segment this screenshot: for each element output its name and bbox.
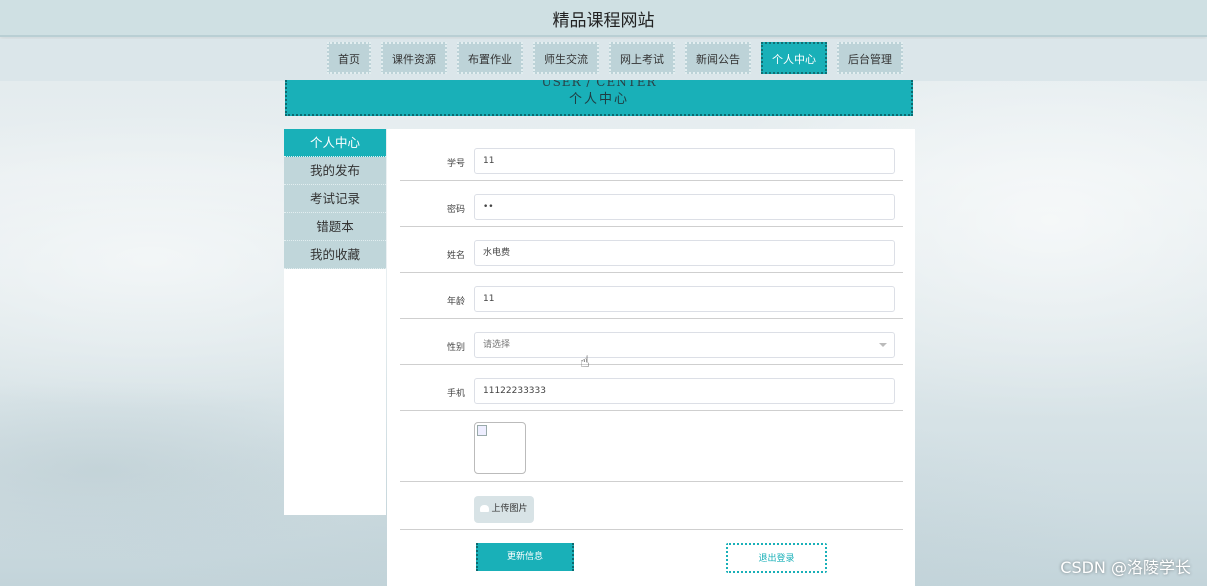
logout-button[interactable]: 退出登录: [726, 543, 827, 573]
gender-select-placeholder: 请选择: [483, 340, 511, 350]
nav-news[interactable]: 新闻公告: [685, 42, 751, 74]
main-nav: 首页 课件资源 布置作业 师生交流 网上考试 新闻公告 个人中心 后台管理: [327, 42, 903, 74]
sidebar: 个人中心 我的发布 考试记录 错题本 我的收藏: [284, 129, 386, 515]
section-banner: USER / CENTER 个人中心: [285, 80, 913, 116]
gender-label: 性别: [446, 343, 465, 353]
sidebar-item-wrong-questions[interactable]: 错题本: [284, 213, 386, 241]
broken-image-icon: [477, 425, 487, 436]
password-label: 密码: [446, 205, 465, 215]
banner-title: 个人中心: [568, 92, 629, 107]
chevron-down-icon: [879, 343, 887, 347]
student-id-label: 学号: [446, 159, 465, 169]
form-row-age: 年龄 11: [400, 286, 903, 319]
name-field[interactable]: 水电费: [474, 240, 895, 266]
site-header: 精品课程网站: [0, 0, 1207, 37]
sidebar-item-exam-records[interactable]: 考试记录: [284, 185, 386, 213]
sidebar-item-user-center[interactable]: 个人中心: [284, 129, 386, 157]
profile-form-panel: 学号 11 密码 •• 姓名 水电费 年龄 11 性别 请选择 手机 11122…: [387, 129, 915, 586]
form-row-student-id: 学号 11: [400, 148, 903, 181]
phone-field[interactable]: 11122233333: [474, 378, 895, 404]
hand-pointer-icon: ☝: [580, 352, 590, 371]
form-row-password: 密码 ••: [400, 194, 903, 227]
nav-user-center[interactable]: 个人中心: [761, 42, 827, 74]
age-field[interactable]: 11: [474, 286, 895, 312]
name-label: 姓名: [446, 251, 465, 261]
nav-homework[interactable]: 布置作业: [457, 42, 523, 74]
upload-cloud-icon: [480, 505, 490, 512]
gender-select[interactable]: 请选择: [474, 332, 895, 358]
nav-discussion[interactable]: 师生交流: [533, 42, 599, 74]
site-title: 精品课程网站: [552, 11, 655, 31]
sidebar-item-my-posts[interactable]: 我的发布: [284, 157, 386, 185]
age-label: 年龄: [446, 297, 465, 307]
nav-admin[interactable]: 后台管理: [837, 42, 903, 74]
student-id-field[interactable]: 11: [474, 148, 895, 174]
nav-courseware[interactable]: 课件资源: [381, 42, 447, 74]
watermark: CSDN @洛陵学长: [1060, 558, 1191, 577]
password-field[interactable]: ••: [474, 194, 895, 220]
nav-exam[interactable]: 网上考试: [609, 42, 675, 74]
form-row-name: 姓名 水电费: [400, 240, 903, 273]
form-row-phone: 手机 11122233333: [400, 378, 903, 411]
nav-home[interactable]: 首页: [327, 42, 371, 74]
upload-image-button[interactable]: 上传图片: [474, 496, 534, 523]
update-info-button[interactable]: 更新信息: [476, 543, 574, 571]
phone-label: 手机: [446, 389, 465, 399]
banner-subtitle: USER / CENTER: [541, 80, 657, 89]
sidebar-item-favorites[interactable]: 我的收藏: [284, 241, 386, 269]
avatar-preview: [474, 422, 526, 474]
form-row-gender: 性别 请选择: [400, 332, 903, 365]
upload-image-label: 上传图片: [491, 504, 528, 514]
